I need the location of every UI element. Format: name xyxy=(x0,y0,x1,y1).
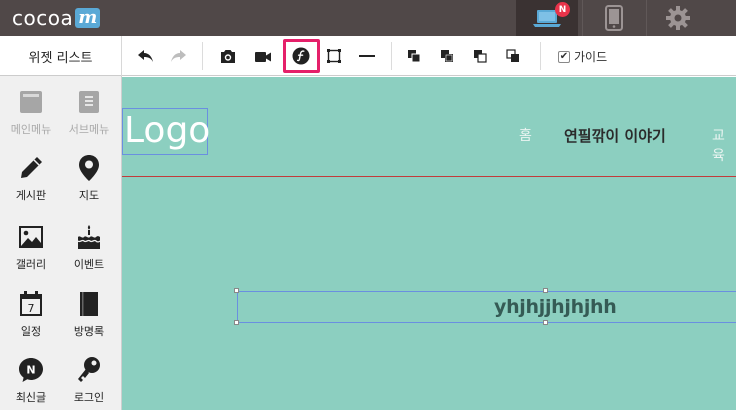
line-icon xyxy=(359,55,375,57)
cake-icon xyxy=(77,225,101,249)
key-icon xyxy=(78,357,100,382)
mobile-view-button[interactable] xyxy=(582,0,644,36)
desktop-view-button[interactable]: N xyxy=(516,0,578,36)
toolbar-divider xyxy=(540,42,541,70)
video-icon xyxy=(255,51,271,62)
resize-handle[interactable] xyxy=(543,288,548,293)
undo-button[interactable] xyxy=(132,42,160,70)
widget-gallery[interactable]: 갤러리 xyxy=(3,211,59,273)
widget-board[interactable]: 게시판 xyxy=(3,142,59,204)
widget-main-menu[interactable]: 메인메뉴 xyxy=(3,76,59,138)
flash-button-highlight xyxy=(283,39,320,73)
widget-label: 방명록 xyxy=(73,325,105,338)
send-backward-icon xyxy=(474,50,487,63)
widget-map[interactable]: 지도 xyxy=(61,142,117,204)
widget-guestbook[interactable]: 방명록 xyxy=(61,278,117,340)
widget-label: 일정 xyxy=(20,325,42,338)
map-pin-icon xyxy=(79,155,99,181)
book-icon xyxy=(80,292,98,316)
widget-event[interactable]: 이벤트 xyxy=(61,211,117,273)
widget-label: 갤러리 xyxy=(15,258,47,271)
toolbar-divider xyxy=(202,42,203,70)
nav-item-home[interactable]: 홈 xyxy=(519,125,532,145)
image-icon xyxy=(19,226,43,248)
send-back-button[interactable] xyxy=(499,42,527,70)
nav-item-education[interactable]: 교육 xyxy=(712,125,736,165)
editor-canvas[interactable]: Logo 홈 연필깎이 이야기 교육 yhjhjjhjhjhh xyxy=(122,77,736,410)
resize-handle[interactable] xyxy=(543,320,548,325)
new-badge-icon: N xyxy=(19,358,43,382)
widget-sidebar: 메인메뉴 서브메뉴 게시판 지도 갤러리 이벤트 7 일정 방명록 N 최신글 … xyxy=(0,76,122,410)
widget-label: 지도 xyxy=(78,189,100,202)
bring-front-button[interactable] xyxy=(400,42,428,70)
app-logo-text: cocoa xyxy=(12,6,74,30)
phone-icon xyxy=(604,5,623,31)
resize-handle[interactable] xyxy=(234,288,239,293)
line-button[interactable] xyxy=(353,42,381,70)
toolbar: 위젯 리스트 ✔ 가이드 xyxy=(0,36,736,76)
widget-label: 메인메뉴 xyxy=(10,123,52,136)
top-bar: cocoa m N xyxy=(0,0,736,36)
app-logo-mark: m xyxy=(75,8,101,28)
photo-button[interactable] xyxy=(214,42,242,70)
widget-latest-posts[interactable]: N 최신글 xyxy=(3,344,59,406)
text-widget-frame[interactable] xyxy=(237,291,736,323)
header-divider xyxy=(122,176,736,177)
nav-item-pencil-story[interactable]: 연필깎이 이야기 xyxy=(564,125,666,146)
redo-icon xyxy=(171,50,186,62)
guide-toggle[interactable]: ✔ 가이드 xyxy=(558,48,607,65)
text-widget-content[interactable]: yhjhjjhjhjhh xyxy=(494,296,617,318)
widget-label: 게시판 xyxy=(15,189,47,202)
calendar-day: 7 xyxy=(28,302,35,315)
send-back-icon xyxy=(506,49,519,62)
bring-front-icon xyxy=(408,50,421,63)
redo-button[interactable] xyxy=(164,42,192,70)
notification-badge[interactable]: N xyxy=(555,2,570,17)
widget-label: 로그인 xyxy=(73,391,105,404)
widget-schedule[interactable]: 7 일정 xyxy=(3,278,59,340)
widget-sub-menu[interactable]: 서브메뉴 xyxy=(61,76,117,138)
send-backward-button[interactable] xyxy=(466,42,494,70)
calendar-icon: 7 xyxy=(20,291,42,316)
app-logo[interactable]: cocoa m xyxy=(12,4,101,32)
bring-forward-icon xyxy=(441,50,453,62)
box-select-icon xyxy=(327,49,341,63)
resize-handle[interactable] xyxy=(234,320,239,325)
site-logo-widget[interactable]: Logo xyxy=(122,108,210,155)
widget-label: 최신글 xyxy=(15,391,47,404)
new-badge-letter: N xyxy=(26,364,35,377)
pencil-icon xyxy=(21,157,42,178)
camera-icon xyxy=(221,49,235,63)
widget-label: 서브메뉴 xyxy=(68,123,110,136)
widget-login[interactable]: 로그인 xyxy=(61,344,117,406)
sub-menu-icon xyxy=(79,91,99,113)
widget-label: 이벤트 xyxy=(73,258,105,271)
guide-label: 가이드 xyxy=(574,50,608,64)
widget-list-title: 위젯 리스트 xyxy=(0,36,122,76)
undo-icon xyxy=(138,50,153,62)
toolbar-divider xyxy=(391,42,392,70)
main-menu-icon xyxy=(20,91,42,113)
guide-checkbox[interactable]: ✔ xyxy=(558,50,570,63)
bring-forward-button[interactable] xyxy=(433,42,461,70)
video-button[interactable] xyxy=(249,42,277,70)
settings-button[interactable] xyxy=(646,0,708,36)
box-button[interactable] xyxy=(320,42,348,70)
gear-icon xyxy=(665,6,690,30)
